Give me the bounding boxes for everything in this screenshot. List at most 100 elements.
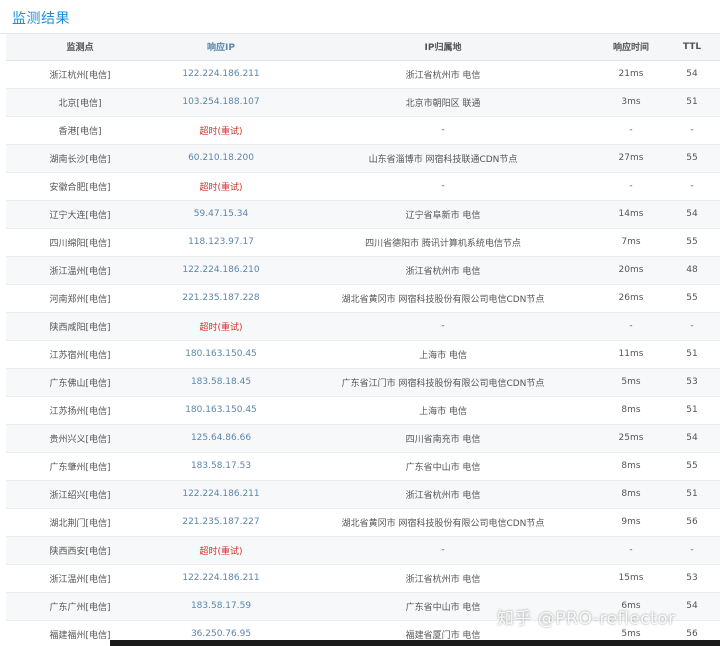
cell-node: 江苏扬州[电信] (6, 396, 154, 425)
cell-ttl: 48 (664, 256, 720, 285)
cell-response-ip: 180.163.150.45 (154, 396, 288, 425)
cell-node: 安徽合肥[电信] (6, 172, 154, 201)
cell-response-ip: 122.224.186.210 (154, 256, 288, 285)
cell-ip-location: 浙江省杭州市 电信 (288, 564, 598, 593)
cell-response-time: 9ms (598, 508, 664, 537)
cell-ip-location: 四川省德阳市 腾讯计算机系统电信节点 (288, 228, 598, 257)
cell-response-ip: 183.58.18.45 (154, 368, 288, 397)
table-row: 陕西咸阳[电信] 超时(重试) - - - (6, 312, 720, 341)
cell-ttl: 55 (664, 452, 720, 481)
cell-ip-location: 广东省江门市 网宿科技股份有限公司电信CDN节点 (288, 368, 598, 397)
cell-response-ip: 118.123.97.17 (154, 228, 288, 257)
cell-response-ip: 103.254.188.107 (154, 88, 288, 117)
table-row: 浙江绍兴[电信] 122.224.186.211 浙江省杭州市 电信 8ms 51 (6, 480, 720, 509)
cell-ip-location: 四川省南充市 电信 (288, 424, 598, 453)
cell-response-time: 3ms (598, 88, 664, 117)
cell-response-ip: 59.47.15.34 (154, 200, 288, 229)
cell-response-time: 8ms (598, 396, 664, 425)
cell-response-time: 5ms (598, 368, 664, 397)
cell-response-ip: 122.224.186.211 (154, 564, 288, 593)
cell-response-ip: 221.235.187.228 (154, 284, 288, 313)
cell-ip-location: 浙江省杭州市 电信 (288, 60, 598, 89)
cell-node: 四川绵阳[电信] (6, 228, 154, 257)
cell-ip-location: - (288, 172, 598, 201)
cell-node: 湖南长沙[电信] (6, 144, 154, 173)
cell-node: 香港[电信] (6, 116, 154, 145)
table-row: 浙江杭州[电信] 122.224.186.211 浙江省杭州市 电信 21ms 54 (6, 60, 720, 89)
cell-response-time: 27ms (598, 144, 664, 173)
cell-response-time: - (598, 116, 664, 145)
cell-ttl: 53 (664, 368, 720, 397)
cell-node: 江苏宿州[电信] (6, 340, 154, 369)
bottom-bar (110, 640, 720, 646)
cell-ttl: 51 (664, 340, 720, 369)
cell-ttl: 55 (664, 284, 720, 313)
cell-node: 浙江温州[电信] (6, 564, 154, 593)
cell-ip-location: 湖北省黄冈市 网宿科技股份有限公司电信CDN节点 (288, 284, 598, 313)
table-row: 江苏宿州[电信] 180.163.150.45 上海市 电信 11ms 51 (6, 340, 720, 369)
cell-response-ip: 180.163.150.45 (154, 340, 288, 369)
cell-response-ip[interactable]: 超时(重试) (154, 172, 288, 201)
cell-response-time: 11ms (598, 340, 664, 369)
column-header-ttl[interactable]: TTL (664, 34, 720, 61)
table-row: 香港[电信] 超时(重试) - - - (6, 116, 720, 145)
cell-response-time: - (598, 312, 664, 341)
cell-response-time: 20ms (598, 256, 664, 285)
cell-ttl: 55 (664, 228, 720, 257)
cell-response-time: 8ms (598, 452, 664, 481)
table-row: 湖南长沙[电信] 60.210.18.200 山东省淄博市 网宿科技联通CDN节点 2… (6, 144, 720, 173)
table-row: 广东佛山[电信] 183.58.18.45 广东省江门市 网宿科技股份有限公司电信C… (6, 368, 720, 397)
cell-response-ip[interactable]: 超时(重试) (154, 116, 288, 145)
cell-response-time: 21ms (598, 60, 664, 89)
cell-node: 湖北荆门[电信] (6, 508, 154, 537)
cell-response-time: 8ms (598, 480, 664, 509)
watermark: 知乎 @PRO-reflector (497, 609, 676, 629)
cell-ip-location: 北京市朝阳区 联通 (288, 88, 598, 117)
cell-ip-location: - (288, 536, 598, 565)
cell-ip-location: 上海市 电信 (288, 396, 598, 425)
table-row: 河南郑州[电信] 221.235.187.228 湖北省黄冈市 网宿科技股份有限公司… (6, 284, 720, 313)
column-header-response-time[interactable]: 响应时间 (598, 34, 664, 61)
cell-ttl: 56 (664, 508, 720, 537)
panel-title: 监测结果 (12, 11, 70, 27)
cell-response-ip: 122.224.186.211 (154, 480, 288, 509)
cell-ttl: 55 (664, 144, 720, 173)
cell-ttl: 53 (664, 564, 720, 593)
cell-response-time: - (598, 172, 664, 201)
cell-ttl: 51 (664, 396, 720, 425)
table-row: 浙江温州[电信] 122.224.186.210 浙江省杭州市 电信 20ms 48 (6, 256, 720, 285)
cell-node: 浙江绍兴[电信] (6, 480, 154, 509)
cell-response-ip: 183.58.17.59 (154, 592, 288, 621)
cell-node: 辽宁大连[电信] (6, 200, 154, 229)
results-table-container: 监测点 响应IP IP归属地 响应时间 TTL 浙江杭州[电信] 122.224.… (6, 34, 720, 646)
table-row: 广东肇州[电信] 183.58.17.53 广东省中山市 电信 8ms 55 (6, 452, 720, 481)
cell-ttl: 51 (664, 480, 720, 509)
cell-node: 浙江温州[电信] (6, 256, 154, 285)
cell-ip-location: 广东省中山市 电信 (288, 452, 598, 481)
cell-ttl: 54 (664, 60, 720, 89)
cell-response-ip: 60.210.18.200 (154, 144, 288, 173)
cell-ttl: 54 (664, 200, 720, 229)
cell-node: 广东广州[电信] (6, 592, 154, 621)
cell-ttl: 51 (664, 88, 720, 117)
cell-response-ip[interactable]: 超时(重试) (154, 536, 288, 565)
cell-response-time: 14ms (598, 200, 664, 229)
cell-node: 广东佛山[电信] (6, 368, 154, 397)
cell-ip-location: 湖北省黄冈市 网宿科技股份有限公司电信CDN节点 (288, 508, 598, 537)
column-header-location[interactable]: IP归属地 (288, 34, 598, 61)
cell-ip-location: 辽宁省阜新市 电信 (288, 200, 598, 229)
table-row: 江苏扬州[电信] 180.163.150.45 上海市 电信 8ms 51 (6, 396, 720, 425)
cell-node: 广东肇州[电信] (6, 452, 154, 481)
cell-ttl: - (664, 116, 720, 145)
table-row: 安徽合肥[电信] 超时(重试) - - - (6, 172, 720, 201)
cell-response-ip: 221.235.187.227 (154, 508, 288, 537)
column-header-node[interactable]: 监测点 (6, 34, 154, 61)
cell-node: 北京[电信] (6, 88, 154, 117)
cell-node: 陕西西安[电信] (6, 536, 154, 565)
cell-response-ip[interactable]: 超时(重试) (154, 312, 288, 341)
table-body: 浙江杭州[电信] 122.224.186.211 浙江省杭州市 电信 21ms 54 北京… (6, 60, 720, 646)
cell-ip-location: - (288, 312, 598, 341)
cell-node: 浙江杭州[电信] (6, 60, 154, 89)
column-header-ip[interactable]: 响应IP (154, 34, 288, 61)
cell-response-time: 15ms (598, 564, 664, 593)
